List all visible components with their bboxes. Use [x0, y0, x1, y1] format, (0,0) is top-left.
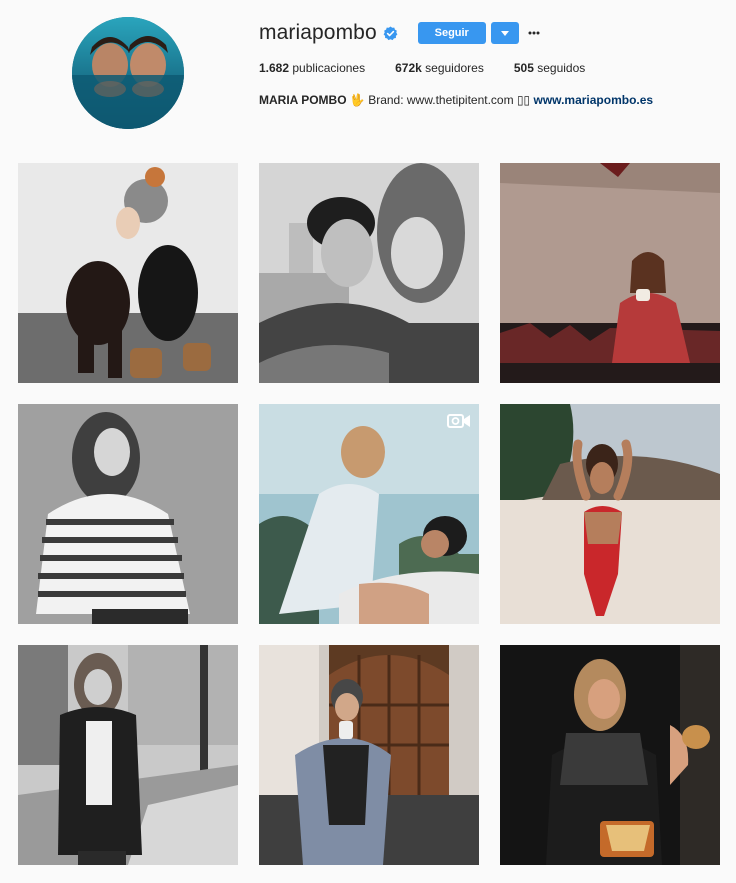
bio-text: Brand: www.thetipitent.com — [368, 93, 514, 107]
username: mariapombo — [259, 21, 377, 44]
post-image — [18, 404, 238, 624]
post-image — [259, 645, 479, 865]
post-tile[interactable] — [18, 645, 238, 865]
post-tile[interactable] — [259, 404, 479, 624]
chevron-down-icon — [500, 30, 509, 36]
post-image — [259, 404, 479, 624]
post-image — [500, 645, 720, 865]
suggested-dropdown-button[interactable] — [490, 22, 519, 44]
post-tile[interactable] — [18, 404, 238, 624]
post-tile[interactable] — [500, 404, 720, 624]
follow-button[interactable]: Seguir — [417, 22, 486, 44]
followers-count: 672k — [395, 61, 422, 75]
post-image — [500, 163, 720, 383]
followers-stat[interactable]: 672k seguidores — [395, 61, 484, 75]
profile-avatar[interactable] — [72, 17, 184, 129]
following-label: seguidos — [537, 61, 586, 75]
video-camera-icon — [447, 413, 471, 429]
website-link[interactable]: www.mariapombo.es — [534, 93, 654, 107]
more-options-icon — [528, 31, 540, 35]
posts-stat: 1.682 publicaciones — [259, 61, 365, 75]
followers-label: seguidores — [425, 61, 484, 75]
post-image — [259, 163, 479, 383]
post-image — [18, 645, 238, 865]
following-count: 505 — [513, 61, 534, 75]
post-tile[interactable] — [259, 163, 479, 383]
verified-badge-icon — [383, 26, 398, 41]
following-stat[interactable]: 505 seguidos — [514, 61, 585, 75]
post-image — [18, 163, 238, 383]
post-tile[interactable] — [259, 645, 479, 865]
post-tile[interactable] — [18, 163, 238, 383]
bio-emoji-placeholder: ▯▯ — [516, 93, 531, 107]
post-image — [500, 404, 720, 624]
profile-bio: MARIA POMBO 🖖 Brand: www.thetipitent.com… — [259, 93, 653, 107]
full-name: MARIA POMBO — [259, 93, 347, 107]
post-tile[interactable] — [500, 645, 720, 865]
more-options-button[interactable] — [527, 26, 541, 40]
profile-header-row: mariapombo Seguir — [259, 18, 541, 48]
posts-count: 1.682 — [259, 61, 290, 75]
post-tile[interactable] — [500, 163, 720, 383]
hand-emoji-icon: 🖖 — [349, 93, 365, 107]
posts-label: publicaciones — [292, 61, 366, 75]
profile-stats: 1.682 publicaciones 672k seguidores 505 … — [259, 61, 615, 75]
